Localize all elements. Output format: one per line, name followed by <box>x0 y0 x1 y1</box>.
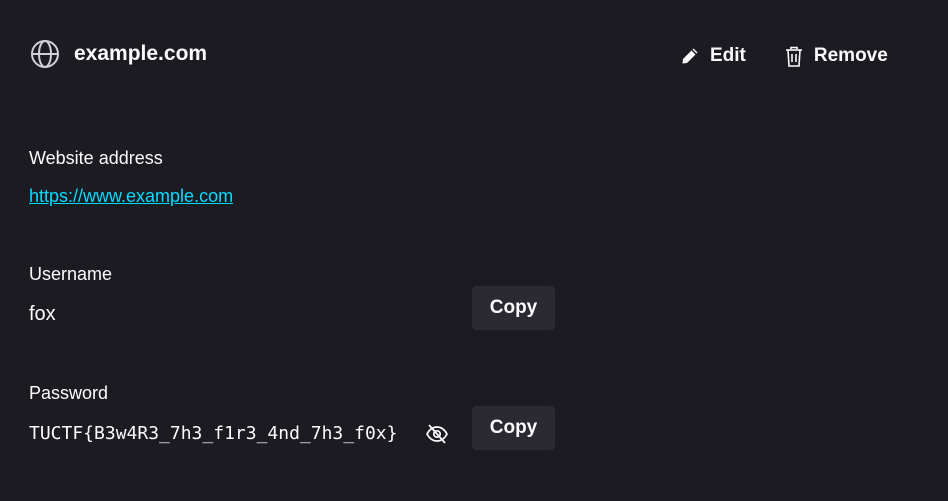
edit-label: Edit <box>710 45 746 66</box>
trash-icon <box>784 46 804 67</box>
pencil-icon <box>680 46 700 66</box>
edit-button[interactable]: Edit <box>674 40 752 72</box>
eye-slash-icon[interactable] <box>425 423 449 445</box>
password-label: Password <box>29 383 109 403</box>
login-header: example.com <box>30 38 207 70</box>
copy-username-button[interactable]: Copy <box>472 286 555 330</box>
remove-label: Remove <box>813 45 888 66</box>
header-actions: Edit Remove <box>674 40 894 72</box>
website-url-link[interactable]: https://www.example.com <box>29 186 233 206</box>
globe-icon <box>30 39 60 69</box>
website-url-row: https://www.example.com <box>29 185 233 208</box>
copy-password-button[interactable]: Copy <box>472 406 555 450</box>
website-address-label: Website address <box>29 148 163 168</box>
page-title: example.com <box>74 42 208 65</box>
password-value: TUCTF{B3w4R3_7h3_f1r3_4nd_7h3_f0x} <box>29 423 398 444</box>
username-label: Username <box>29 264 113 284</box>
remove-button[interactable]: Remove <box>778 40 894 72</box>
username-value: fox <box>29 303 56 325</box>
